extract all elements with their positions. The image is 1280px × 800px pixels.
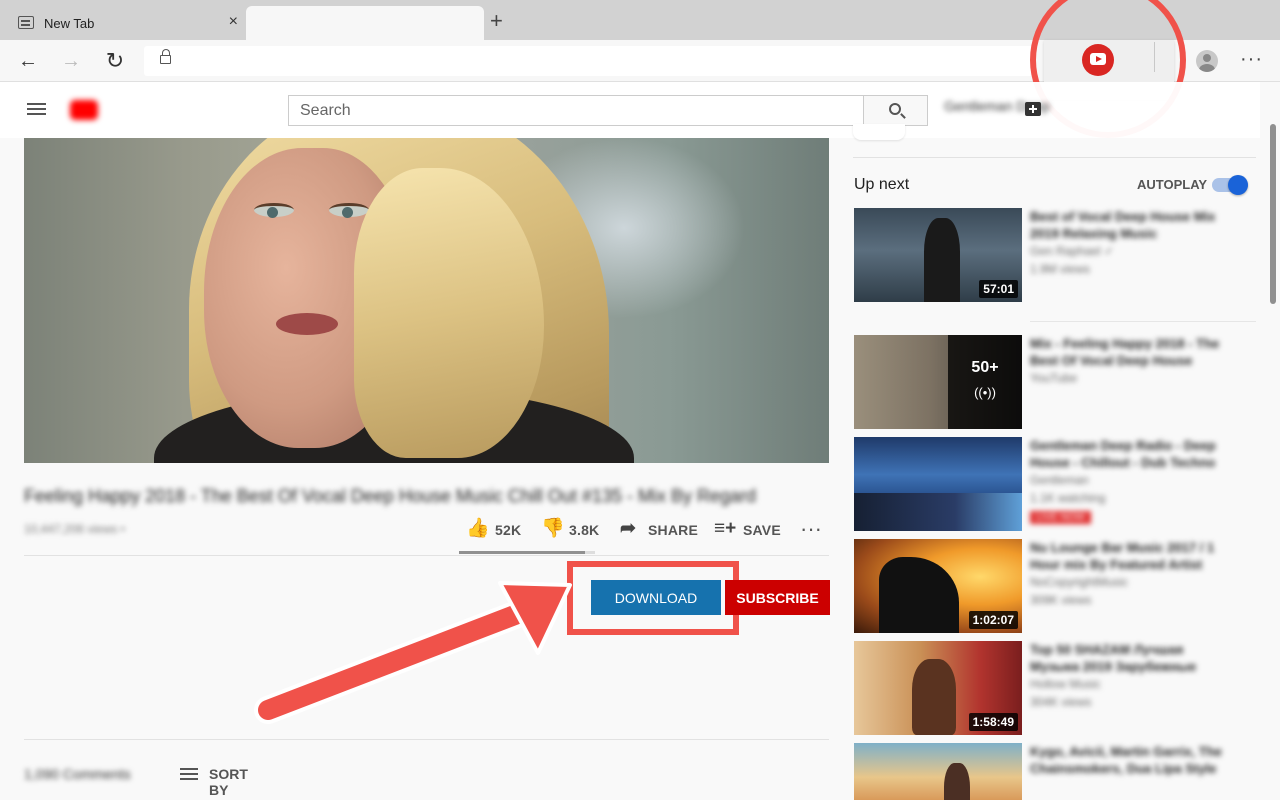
video-duration: 1:58:49 (968, 713, 1018, 731)
video-thumbnail[interactable]: 57:01 (854, 208, 1022, 302)
back-arrow-icon[interactable]: ← (15, 48, 41, 74)
profile-avatar-icon[interactable] (1196, 50, 1218, 72)
item-title: Gentleman Deep Radio - Deep House - Chil… (1030, 438, 1216, 470)
video-duration: 57:01 (979, 280, 1018, 298)
share-arrow-icon: ➦ (620, 518, 636, 539)
search-button[interactable] (863, 95, 928, 126)
youtube-logo[interactable] (70, 100, 162, 120)
mix-thumbnail[interactable]: 50+ ((•)) (854, 335, 1022, 429)
autoplay-toggle[interactable] (1212, 175, 1248, 195)
list-item[interactable]: Mix - Feeling Happy 2018 - The Best Of V… (1030, 335, 1230, 387)
hamburger-menu-icon[interactable] (27, 103, 46, 105)
youtube-downloader-icon[interactable] (1082, 44, 1114, 76)
video-thumbnail[interactable] (854, 743, 1022, 800)
youtube-header: Gentleman Deep (0, 82, 1260, 138)
video-thumbnail[interactable]: 1:02:07 (854, 539, 1022, 633)
search-box[interactable] (288, 95, 864, 126)
live-badge: LIVE NOW (1030, 511, 1091, 524)
dislike-count: 3.8K (569, 522, 600, 538)
tab-new-tab[interactable]: New Tab × (6, 6, 246, 40)
video-title: Feeling Happy 2018 - The Best Of Vocal D… (24, 486, 757, 506)
video-player[interactable] (24, 138, 829, 463)
search-icon (889, 103, 901, 115)
sidebar-top-chip (853, 124, 905, 140)
like-count: 52K (495, 522, 522, 538)
youtube-play-logo-icon (70, 100, 98, 120)
item-channel: YouTube (1030, 371, 1078, 385)
tab-strip: New Tab × + (0, 0, 1280, 40)
player-frame-eye (254, 203, 294, 218)
list-item[interactable]: Gentleman Deep Radio - Deep House - Chil… (1030, 437, 1230, 525)
toolbar-separator (1154, 42, 1155, 72)
page-scrollbar[interactable] (1270, 124, 1276, 304)
add-to-playlist-icon: ≡+ (714, 518, 737, 539)
list-item[interactable]: Best of Vocal Deep House Mix 2019 Relaxi… (1030, 208, 1230, 278)
search-input[interactable] (289, 96, 849, 125)
item-title: Mix - Feeling Happy 2018 - The Best Of V… (1030, 336, 1220, 368)
save-label: SAVE (743, 522, 781, 538)
like-button[interactable]: 👍 52K (466, 518, 526, 540)
download-button[interactable]: DOWNLOAD (591, 580, 721, 615)
forward-arrow-icon[interactable]: → (58, 48, 84, 74)
comments-count: 1,090 Comments (24, 766, 131, 782)
item-channel: NoCopyrightMusic (1030, 575, 1129, 589)
browser-toolbar: ← → ↻ ··· (0, 40, 1280, 100)
create-video-icon[interactable] (1025, 102, 1041, 116)
divider (24, 555, 829, 556)
video-duration: 1:02:07 (968, 611, 1018, 629)
lock-icon (160, 49, 171, 64)
mix-overlay: 50+ ((•)) (948, 335, 1022, 429)
list-item[interactable]: Kygo, Avicii, Martin Garrix, The Chainsm… (1030, 743, 1230, 777)
view-count: 10,447,206 views • (24, 522, 125, 536)
video-thumbnail[interactable] (854, 437, 1022, 531)
item-channel: Hollow Music (1030, 677, 1101, 691)
item-title: Kygo, Avicii, Martin Garrix, The Chainsm… (1030, 744, 1222, 776)
item-views: 304K views (1030, 695, 1092, 709)
browser-menu-icon[interactable]: ··· (1240, 48, 1263, 70)
sort-by-label: SORT BY (209, 766, 248, 798)
new-tab-button[interactable]: + (490, 10, 503, 32)
mix-count: 50+ (971, 359, 999, 376)
divider (24, 739, 829, 740)
up-next-heading: Up next (854, 176, 910, 193)
mix-radio-icon: ((•)) (974, 385, 996, 400)
item-title: Best of Vocal Deep House Mix 2019 Relaxi… (1030, 209, 1216, 241)
sort-icon (180, 768, 198, 770)
thumbs-up-icon: 👍 (466, 518, 490, 539)
item-channel: Gentleman (1030, 473, 1089, 487)
reload-icon[interactable]: ↻ (102, 48, 128, 74)
dislike-button[interactable]: 👎 3.8K (541, 518, 601, 540)
callout-arrow (254, 581, 572, 724)
list-item[interactable]: Top 50 SHAZAM Лучшая Музыка 2019 Зарубеж… (1030, 641, 1230, 711)
item-title: Nu Lounge Bar Music 2017 / 1 Hour mix By… (1030, 540, 1215, 572)
new-tab-page-icon (18, 16, 34, 29)
player-frame-lips (276, 313, 338, 335)
more-actions-icon[interactable]: ··· (800, 516, 822, 542)
save-button[interactable]: ≡+ SAVE (714, 518, 784, 540)
item-title: Top 50 SHAZAM Лучшая Музыка 2019 Зарубеж… (1030, 642, 1197, 674)
item-watching: 1.1K watching (1030, 491, 1106, 505)
divider (1030, 321, 1256, 322)
sentiment-bar-fill (459, 551, 586, 554)
tab-active[interactable] (246, 6, 484, 40)
share-button[interactable]: ➦ SHARE (620, 518, 700, 540)
video-thumbnail[interactable]: 1:58:49 (854, 641, 1022, 735)
toggle-knob (1228, 175, 1248, 195)
sentiment-bar (459, 551, 595, 554)
subscribe-button[interactable]: SUBSCRIBE (725, 580, 830, 615)
close-tab-icon[interactable]: × (229, 13, 238, 31)
autoplay-label: AUTOPLAY (1137, 177, 1208, 192)
tab-title: New Tab (44, 16, 95, 31)
item-views: 309K views (1030, 593, 1092, 607)
player-frame-eye (329, 203, 369, 218)
list-item[interactable]: Nu Lounge Bar Music 2017 / 1 Hour mix By… (1030, 539, 1230, 609)
divider (853, 157, 1256, 158)
share-label: SHARE (648, 522, 699, 538)
address-bar[interactable] (144, 46, 1034, 76)
item-views: 1.9M views (1030, 262, 1091, 276)
item-channel: Gen Raphael ✓ (1030, 244, 1115, 258)
thumbs-down-icon: 👎 (541, 518, 565, 539)
